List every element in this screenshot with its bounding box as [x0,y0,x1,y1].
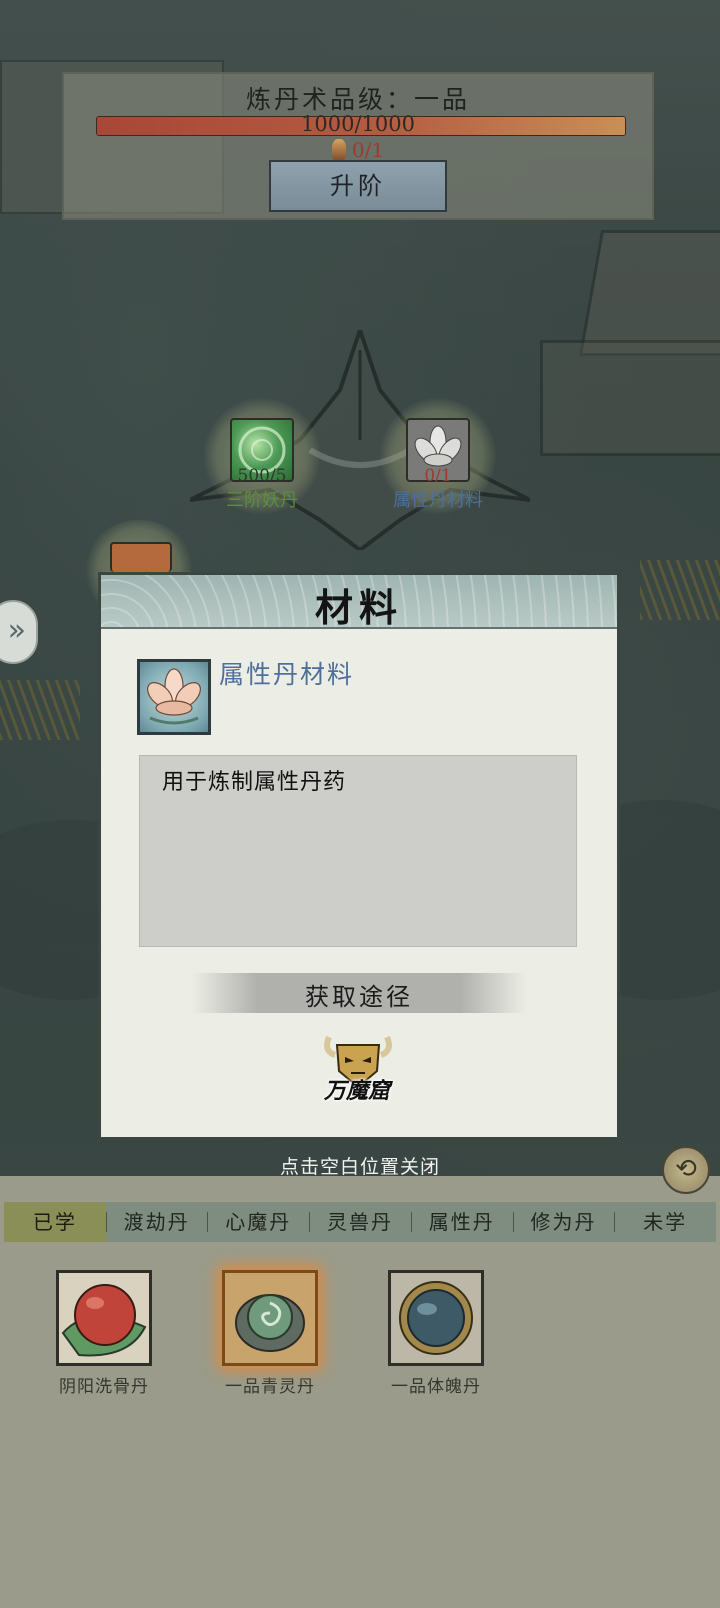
blue-pill-icon [388,1270,484,1366]
source-name[interactable]: 万魔窟 [297,1073,417,1105]
stone-count-text: 0/1 [351,138,385,162]
exp-progress-text: 1000/1000 [301,112,415,136]
pill-grid: 阴阳洗骨丹 一品青灵丹 一品体魄丹 [0,1260,720,1400]
material-node-beast-core[interactable]: 500/5 三阶妖丹 [204,398,320,514]
pill-item[interactable]: 一品体魄丹 [386,1270,486,1397]
pill-label: 一品青灵丹 [225,1377,315,1397]
modal-header: 材料 [101,575,617,630]
item-description-box: 用于炼制属性丹药 [139,755,577,947]
source-section-header: 获取途径 [191,973,527,1013]
tab-spirit-beast-pill[interactable]: 灵兽丹 [309,1202,411,1242]
lotus-icon [137,659,211,735]
material-label: 属性丹材料 [393,490,483,511]
material-info-modal: 材料 属性丹材料 用于炼制属性丹药 获取途径 万魔窟 [98,572,620,1140]
pill-item[interactable]: 阴阳洗骨丹 [54,1270,154,1397]
back-button[interactable]: ⟲ [662,1146,710,1194]
source-title: 获取途径 [305,983,413,1011]
tab-cultivation-pill[interactable]: 修为丹 [512,1202,615,1242]
material-label: 三阶妖丹 [226,490,298,511]
pill-item-selected[interactable]: 一品青灵丹 [220,1270,320,1397]
stone-icon [331,139,346,161]
upgrade-button[interactable]: 升阶 [269,160,447,212]
alchemy-level-title: 炼丹术品级：一品 [245,85,470,114]
material-node-attribute[interactable]: 0/1 属性丹材料 [380,398,496,514]
close-hint: 点击空白位置关闭 [279,1156,440,1178]
modal-title: 材料 [314,585,403,630]
tab-tribulation-pill[interactable]: 渡劫丹 [105,1202,208,1242]
upgrade-material-count: 0/1 [64,138,652,162]
expand-side-panel-button[interactable]: » [0,600,38,664]
green-swirl-pill-icon [222,1270,318,1366]
material-count: 500/5 [237,466,287,486]
item-name: 属性丹材料 [219,660,355,689]
tab-unlearned[interactable]: 未学 [614,1202,716,1242]
pill-label: 阴阳洗骨丹 [59,1377,149,1397]
tab-learned[interactable]: 已学 [4,1202,106,1242]
material-count: 0/1 [424,466,452,486]
tab-heart-demon-pill[interactable]: 心魔丹 [207,1202,309,1242]
material-icon [110,542,172,572]
pill-label: 一品体魄丹 [391,1377,481,1397]
red-pill-icon [56,1270,152,1366]
tab-attribute-pill[interactable]: 属性丹 [410,1202,513,1242]
item-description: 用于炼制属性丹药 [162,770,347,795]
pill-category-tabs: 已学 渡劫丹 心魔丹 灵兽丹 属性丹 修为丹 未学 [4,1202,716,1242]
